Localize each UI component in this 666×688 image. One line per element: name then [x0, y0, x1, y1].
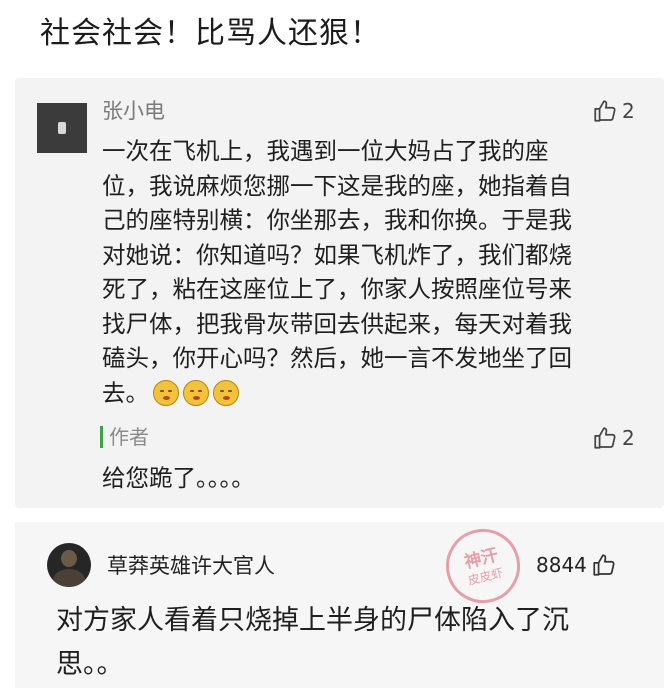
like-button[interactable]: 2: [592, 97, 635, 125]
comment-body: 一次在飞机上，我遇到一位大妈占了我的座 位，我说麻烦您挪一下这是我的座，她指着自…: [102, 134, 647, 410]
comment-line: 对方家人看着只烧掉上半身的尸体陷入了沉: [56, 605, 569, 636]
thumbs-up-icon: [591, 552, 617, 578]
comment-line: 位，我说麻烦您挪一下这是我的座，她指着自: [102, 171, 572, 200]
comment-username[interactable]: 张小电: [102, 96, 165, 126]
comment-line: 找尸体，把我骨灰带回去供起来，每天对着我: [102, 309, 572, 338]
author-reply-text: 给您跪了。。。。: [102, 464, 255, 492]
reply-like-button[interactable]: 2: [592, 424, 635, 452]
comment-line: 磕头，你开心吗？然后，她一言不发地坐了回: [102, 344, 572, 372]
like-count: 2: [622, 426, 635, 450]
like-button[interactable]: 8844: [536, 551, 617, 579]
comment-line: 去。: [102, 378, 149, 407]
avatar[interactable]: [47, 543, 91, 587]
comment-line-last: 去。: [102, 376, 647, 411]
thumbs-up-icon: [592, 98, 618, 124]
avatar-head: [61, 550, 77, 567]
comment-username[interactable]: 草莽英雄许大官人: [107, 551, 275, 581]
like-count: 8844: [536, 553, 587, 577]
shushing-face-emoji-icon: [213, 379, 239, 406]
comment-line: 一次在飞机上，我遇到一位大妈占了我的座: [102, 137, 549, 165]
author-tag: 作者: [109, 425, 149, 449]
author-reply-header: 作者: [100, 424, 149, 450]
comment-line: 思。。: [56, 649, 124, 680]
comment-line: 死了，粘在这座位上了，你家人按照座位号来: [102, 275, 572, 303]
avatar-figure-icon: [58, 122, 66, 134]
post-title: 社会社会！比骂人还狠！: [40, 16, 381, 51]
comment-line: 对她说：你知道吗？如果飞机炸了，我们都烧: [102, 240, 572, 269]
avatar[interactable]: [37, 103, 87, 153]
shushing-face-emoji-icon: [153, 379, 179, 406]
shushing-face-emoji-icon: [183, 379, 209, 406]
comment-body: 对方家人看着只烧掉上半身的尸体陷入了沉 思。。: [56, 599, 636, 687]
author-bar: [100, 426, 103, 448]
comment-line: 己的座特别横：你坐那去，我和你换。于是我: [102, 206, 572, 234]
thumbs-up-icon: [592, 425, 618, 451]
avatar-shoulders: [53, 569, 85, 587]
like-count: 2: [622, 99, 635, 123]
